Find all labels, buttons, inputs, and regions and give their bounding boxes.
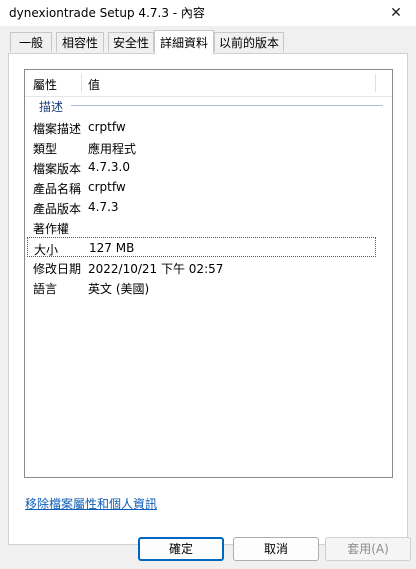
column-header-value[interactable]: 值 <box>88 76 100 93</box>
property-name: 著作權 <box>33 222 70 236</box>
column-header-property[interactable]: 屬性 <box>33 76 57 93</box>
cancel-button[interactable]: 取消 <box>233 537 319 561</box>
tab-general[interactable]: 一般 <box>10 32 52 52</box>
close-icon: ✕ <box>390 5 402 21</box>
column-divider[interactable] <box>375 74 376 92</box>
list-item[interactable]: 類型 應用程式 <box>25 137 392 157</box>
property-name: 檔案版本 <box>33 162 82 176</box>
property-value: crptfw <box>88 120 126 134</box>
property-value: crptfw <box>88 180 126 194</box>
ok-button[interactable]: 確定 <box>138 537 224 561</box>
list-item-selected[interactable]: 大小 127 MB <box>27 237 376 257</box>
property-name: 產品版本 <box>33 202 82 216</box>
tab-security[interactable]: 安全性 <box>108 32 154 52</box>
property-value: 4.7.3.0 <box>88 160 130 174</box>
property-name: 類型 <box>33 142 58 156</box>
list-item[interactable]: 檔案描述 crptfw <box>25 117 392 137</box>
close-button[interactable]: ✕ <box>376 0 416 26</box>
details-list[interactable]: 屬性 值 描述 檔案描述 crptfw 類型 應用程式 檔案版本 4.7.3.0… <box>24 69 393 478</box>
group-label-description: 描述 <box>39 100 64 114</box>
title-bar: dynexiontrade Setup 4.7.3 - 內容 ✕ <box>0 0 416 26</box>
list-item[interactable]: 修改日期 2022/10/21 下午 02:57 <box>25 257 392 277</box>
list-item[interactable]: 著作權 <box>25 217 392 237</box>
tab-previous-versions[interactable]: 以前的版本 <box>214 32 284 52</box>
tab-details[interactable]: 詳細資料 <box>154 30 214 54</box>
window-title: dynexiontrade Setup 4.7.3 - 內容 <box>9 6 205 20</box>
property-name: 修改日期 <box>33 262 82 276</box>
remove-properties-link[interactable]: 移除檔案屬性和個人資訊 <box>25 495 157 512</box>
apply-button[interactable]: 套用(A) <box>325 537 411 561</box>
tab-compatibility[interactable]: 相容性 <box>56 32 104 52</box>
property-name: 檔案描述 <box>33 122 82 136</box>
property-value: 應用程式 <box>88 142 137 156</box>
group-divider <box>71 105 383 106</box>
list-item[interactable]: 產品名稱 crptfw <box>25 177 392 197</box>
list-item[interactable]: 語言 英文 (美國) <box>25 277 392 297</box>
tab-strip: 一般 相容性 安全性 詳細資料 以前的版本 <box>0 30 416 54</box>
property-value: 英文 (美國) <box>88 282 150 296</box>
list-item[interactable]: 產品版本 4.7.3 <box>25 197 392 217</box>
property-value: 4.7.3 <box>88 200 119 214</box>
details-panel: 屬性 值 描述 檔案描述 crptfw 類型 應用程式 檔案版本 4.7.3.0… <box>8 53 408 545</box>
property-value: 2022/10/21 下午 02:57 <box>88 262 224 276</box>
property-name: 語言 <box>33 282 58 296</box>
list-item[interactable]: 檔案版本 4.7.3.0 <box>25 157 392 177</box>
property-name: 大小 <box>34 243 59 257</box>
column-divider[interactable] <box>81 74 82 92</box>
property-name: 產品名稱 <box>33 182 82 196</box>
list-header: 屬性 值 <box>25 70 392 97</box>
property-value: 127 MB <box>89 241 135 255</box>
